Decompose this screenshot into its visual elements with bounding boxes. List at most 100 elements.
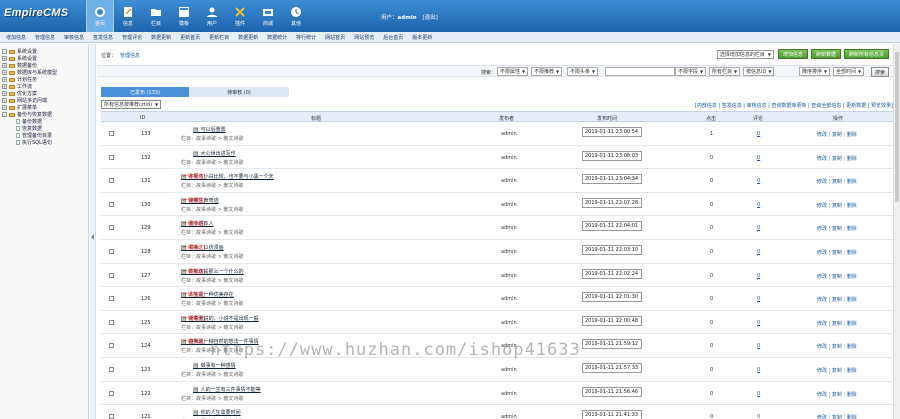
expand-icon[interactable]: + — [2, 56, 7, 61]
refresh-data-button[interactable]: 刷新数据 — [810, 49, 841, 59]
sidebar-item[interactable]: + 网站多访问端 — [2, 97, 88, 104]
row-comments-link[interactable]: 0 — [757, 178, 760, 184]
menu-item[interactable]: 网站首页 — [325, 34, 345, 41]
menu-item[interactable]: 版本更新 — [412, 34, 432, 41]
push-tag[interactable]: [一键推送] — [181, 173, 205, 180]
search-filter-select[interactable]: 不限属性 ▼ — [497, 67, 529, 76]
row-comments-link[interactable]: 0 — [757, 343, 760, 349]
edit-link[interactable]: 修改 — [817, 297, 827, 303]
search-filter-select[interactable]: 降序排序 ▼ — [799, 67, 831, 76]
push-tag[interactable]: [一键推送] — [181, 197, 205, 204]
row-pubtime-field[interactable]: 2019-01-11 23:04:34 — [582, 174, 642, 185]
copy-link[interactable]: 复制 — [832, 344, 842, 350]
expand-icon[interactable]: + — [2, 77, 7, 82]
nav-edit[interactable]: 信息 — [114, 0, 142, 32]
copy-link[interactable]: 复制 — [832, 368, 842, 374]
collapse-icon[interactable]: − — [2, 112, 7, 117]
row-checkbox[interactable] — [109, 319, 114, 325]
copy-link[interactable]: 复制 — [832, 203, 842, 209]
row-title-link[interactable]: [一键推送] ▤ 你就该是那么一个什么的 — [181, 268, 244, 275]
row-comments-link[interactable]: 0 — [757, 202, 760, 208]
search-input[interactable] — [605, 67, 675, 76]
menu-item[interactable]: 数据统计 — [267, 34, 287, 41]
delete-link[interactable]: 删除 — [847, 415, 857, 419]
row-comments-link[interactable]: 0 — [757, 367, 760, 373]
menu-item[interactable]: 管理信息 — [35, 34, 55, 41]
row-title-link[interactable]: [一键推送] ▤ 我小说本人 — [181, 220, 214, 227]
delete-link[interactable]: 删除 — [847, 368, 857, 374]
row-title-link[interactable]: ▤ 可以后重置 — [193, 126, 226, 133]
edit-link[interactable]: 修改 — [817, 132, 827, 138]
row-checkbox[interactable] — [109, 178, 114, 184]
search-filter-select[interactable]: 不限字段 ▼ — [675, 67, 707, 76]
row-title-link[interactable]: [一键推送] ▤ 不要与小白比较，也不要与小黑一个天 — [181, 173, 274, 180]
copy-link[interactable]: 复制 — [832, 250, 842, 256]
column-select[interactable]: 选择增加信息的栏目 ▼ — [716, 49, 774, 59]
search-filter-select[interactable]: 不限推荐 ▼ — [531, 67, 563, 76]
row-title-link[interactable]: ▤ 做事有一种感情 — [193, 362, 236, 369]
row-comments-link[interactable]: 0 — [757, 225, 760, 231]
edit-link[interactable]: 修改 — [817, 415, 827, 419]
copy-link[interactable]: 复制 — [832, 179, 842, 185]
menu-item[interactable]: 更新栏目 — [209, 34, 229, 41]
sidebar-item[interactable]: − 系统设置 — [2, 48, 88, 55]
delete-link[interactable]: 删除 — [847, 203, 857, 209]
breadcrumb-link[interactable]: 管理信息 — [120, 53, 140, 59]
row-checkbox[interactable] — [109, 296, 114, 302]
row-title-link[interactable]: [一键推送] ▤ 书会，以仿漫画 — [181, 244, 224, 251]
edit-link[interactable]: 修改 — [817, 344, 827, 350]
row-checkbox[interactable] — [109, 154, 114, 160]
row-checkbox[interactable] — [109, 225, 114, 231]
row-pubtime-field[interactable]: 2019-01-11 23:00:54 — [582, 127, 642, 137]
row-pubtime-field[interactable]: 2019-01-11 22:01:30 — [582, 292, 642, 303]
push-tag[interactable]: [一键推送] — [181, 291, 205, 298]
col-id[interactable]: ID — [140, 115, 145, 121]
row-pubtime-field[interactable]: 2019-01-11 21:57:33 — [582, 362, 642, 373]
vertical-scrollbar[interactable] — [893, 44, 900, 419]
edit-link[interactable]: 修改 — [817, 368, 827, 374]
push-tag[interactable]: [一键推送] — [181, 220, 205, 227]
menu-item[interactable]: 管理评论 — [122, 34, 142, 41]
row-pubtime-field[interactable]: 2019-01-11 22:04:01 — [582, 221, 642, 232]
row-comments-link[interactable]: 0 — [757, 155, 760, 161]
search-filter-select[interactable]: 所有栏目 ▼ — [709, 67, 741, 76]
row-title-link[interactable]: ▤ 人的一生有三件事情不能等 — [193, 386, 261, 393]
row-pubtime-field[interactable]: 2019-01-11 22:03:10 — [582, 244, 642, 255]
sidebar-item[interactable]: + 数据库与系统模型 — [2, 69, 88, 76]
push-tag[interactable]: [一键推送] — [181, 338, 205, 345]
logout-link[interactable]: [退出] — [422, 15, 437, 21]
copy-link[interactable]: 复制 — [832, 156, 842, 162]
copy-link[interactable]: 复制 — [832, 226, 842, 232]
nav-user[interactable]: 用户 — [198, 0, 226, 32]
row-title-link[interactable]: ▤ 大公世出进写作 — [193, 150, 236, 157]
row-pubtime-field[interactable]: 2019-01-11 23:08:03 — [582, 150, 642, 161]
delete-link[interactable]: 删除 — [847, 344, 857, 350]
nav-template[interactable]: 模板 — [170, 0, 198, 32]
push-tag[interactable]: [一键推送] — [181, 244, 205, 251]
row-checkbox[interactable] — [109, 248, 114, 254]
row-pubtime-field[interactable]: 2019-01-11 22:02:24 — [582, 268, 642, 279]
sidebar-item[interactable]: + 数据备份 — [2, 62, 88, 69]
edit-link[interactable]: 修改 — [817, 392, 827, 398]
sidebar-item[interactable]: + 扩展菜单 — [2, 104, 88, 111]
edit-link[interactable]: 修改 — [817, 203, 827, 209]
sidebar-item[interactable]: + 系统设置 — [2, 55, 88, 62]
row-checkbox[interactable] — [109, 390, 114, 396]
expand-icon[interactable]: + — [2, 105, 7, 110]
row-pubtime-field[interactable]: 2019-01-11 21:59:12 — [582, 339, 642, 350]
expand-icon[interactable]: + — [2, 70, 7, 75]
menu-item[interactable]: 审核信息 — [64, 34, 84, 41]
collapse-arrow-icon[interactable] — [91, 234, 94, 240]
sidebar-item[interactable]: + 计划任务 — [2, 76, 88, 83]
edit-link[interactable]: 修改 — [817, 156, 827, 162]
search-button[interactable]: 搜索 — [870, 67, 889, 77]
push-tag[interactable]: [一键推送] — [181, 315, 205, 322]
row-title-link[interactable]: [一键推送] ▤ 人生是一种优美存在 — [181, 291, 234, 298]
row-comments-link[interactable]: 0 — [757, 296, 760, 302]
tab-pending[interactable]: 待审核 (0) — [189, 87, 289, 97]
expand-icon[interactable]: + — [2, 91, 7, 96]
row-comments-link[interactable]: 0 — [757, 320, 760, 326]
delete-link[interactable]: 删除 — [847, 226, 857, 232]
empirecms-logo[interactable]: EmpireCMS — [4, 7, 68, 19]
menu-item[interactable]: 数据更新 — [151, 34, 171, 41]
